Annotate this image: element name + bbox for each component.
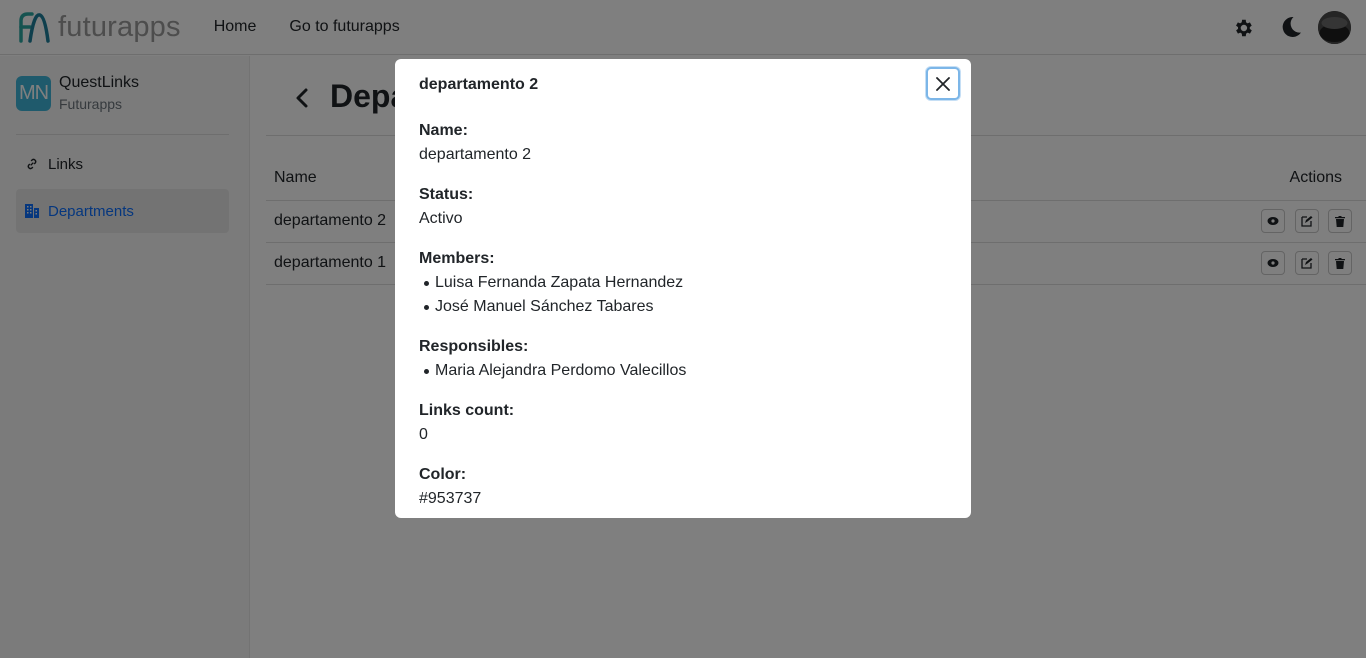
- field-name: Name: departamento 2: [419, 119, 949, 167]
- field-value: departamento 2: [419, 146, 532, 163]
- field-label: Color:: [419, 466, 467, 483]
- field-status: Status: Activo: [419, 183, 949, 231]
- department-detail-modal: departamento 2 Name: departamento 2 Stat…: [395, 59, 971, 518]
- close-button[interactable]: [926, 67, 960, 100]
- members-list: Luisa Fernanda Zapata Hernandez José Man…: [419, 271, 949, 319]
- close-icon: [936, 76, 950, 91]
- field-value: 0: [419, 426, 428, 443]
- field-value: Activo: [419, 210, 463, 227]
- field-label: Links count:: [419, 402, 515, 419]
- field-color: Color: #953737: [419, 463, 949, 511]
- field-links-count: Links count: 0: [419, 399, 949, 447]
- responsibles-list: Maria Alejandra Perdomo Valecillos: [419, 359, 949, 383]
- list-item: José Manuel Sánchez Tabares: [424, 295, 949, 319]
- field-members: Members: Luisa Fernanda Zapata Hernandez…: [419, 247, 949, 319]
- field-label: Name:: [419, 122, 468, 139]
- field-label: Members:: [419, 250, 495, 267]
- field-value: #953737: [419, 490, 482, 507]
- modal-title: departamento 2: [419, 76, 539, 93]
- field-label: Responsibles:: [419, 338, 529, 355]
- list-item: Maria Alejandra Perdomo Valecillos: [424, 359, 949, 383]
- field-label: Status:: [419, 186, 474, 203]
- field-responsibles: Responsibles: Maria Alejandra Perdomo Va…: [419, 335, 949, 383]
- modal-body: Name: departamento 2 Status: Activo Memb…: [419, 119, 949, 527]
- list-item: Luisa Fernanda Zapata Hernandez: [424, 271, 949, 295]
